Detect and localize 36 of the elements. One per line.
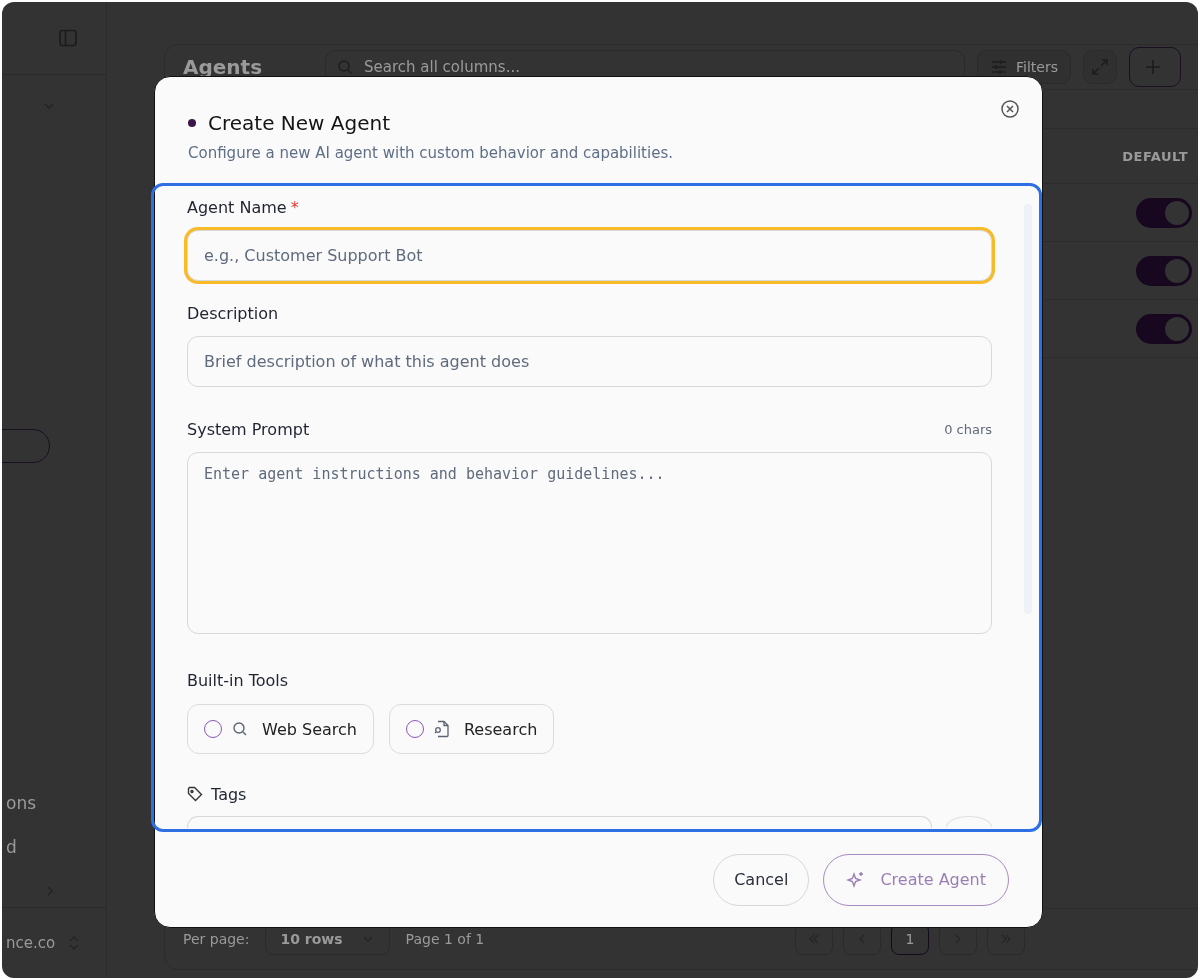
add-tag-button[interactable] [946,816,992,827]
sidebar-toggle-icon[interactable] [58,28,78,48]
close-icon [1000,99,1020,119]
textarea-field[interactable]: Enter agent instructions and behavior guidelines... [187,452,992,634]
panel-title: Agents [183,55,264,79]
default-toggle[interactable] [1136,313,1192,344]
tags-input-field[interactable] [187,816,932,828]
sidebar-item[interactable]: d [6,831,106,863]
cancel-button[interactable]: Cancel [713,853,810,906]
dialog-subtitle: Configure a new AI agent with custom behavior and capabilities. [188,144,674,162]
input-field[interactable]: Brief description of what this agent does [187,336,992,387]
add-button[interactable] [1128,47,1181,87]
sliders-icon [990,58,1008,76]
search-icon [337,59,353,75]
default-toggle[interactable] [1136,255,1192,286]
search-icon [232,721,248,737]
section-label: Built-in Tools [187,670,289,690]
tag-icon [187,786,203,802]
dialog-title: Create New Agent [208,111,390,135]
section-label: Tags [211,784,247,804]
account-email: nce.co [6,934,56,952]
input-field[interactable]: e.g., Customer Support Bot [187,230,992,281]
document-icon [433,720,450,738]
sidebar-item[interactable]: ons [6,787,106,819]
field-label: Description [187,303,279,323]
per-page-label: Per page: [183,931,250,947]
field-label: System Prompt [187,419,310,439]
character-count: 0 chars [944,421,992,437]
title-dot-icon [188,119,196,127]
column-header[interactable]: DEFAULT [1122,148,1188,164]
tool-option[interactable]: Web Search [187,704,374,754]
field-label: Agent Name * [187,197,299,217]
close-button[interactable] [1000,99,1020,119]
page-info: Page 1 of 1 [405,931,485,947]
tool-option[interactable]: Research [388,704,555,754]
default-toggle[interactable] [1136,197,1192,228]
